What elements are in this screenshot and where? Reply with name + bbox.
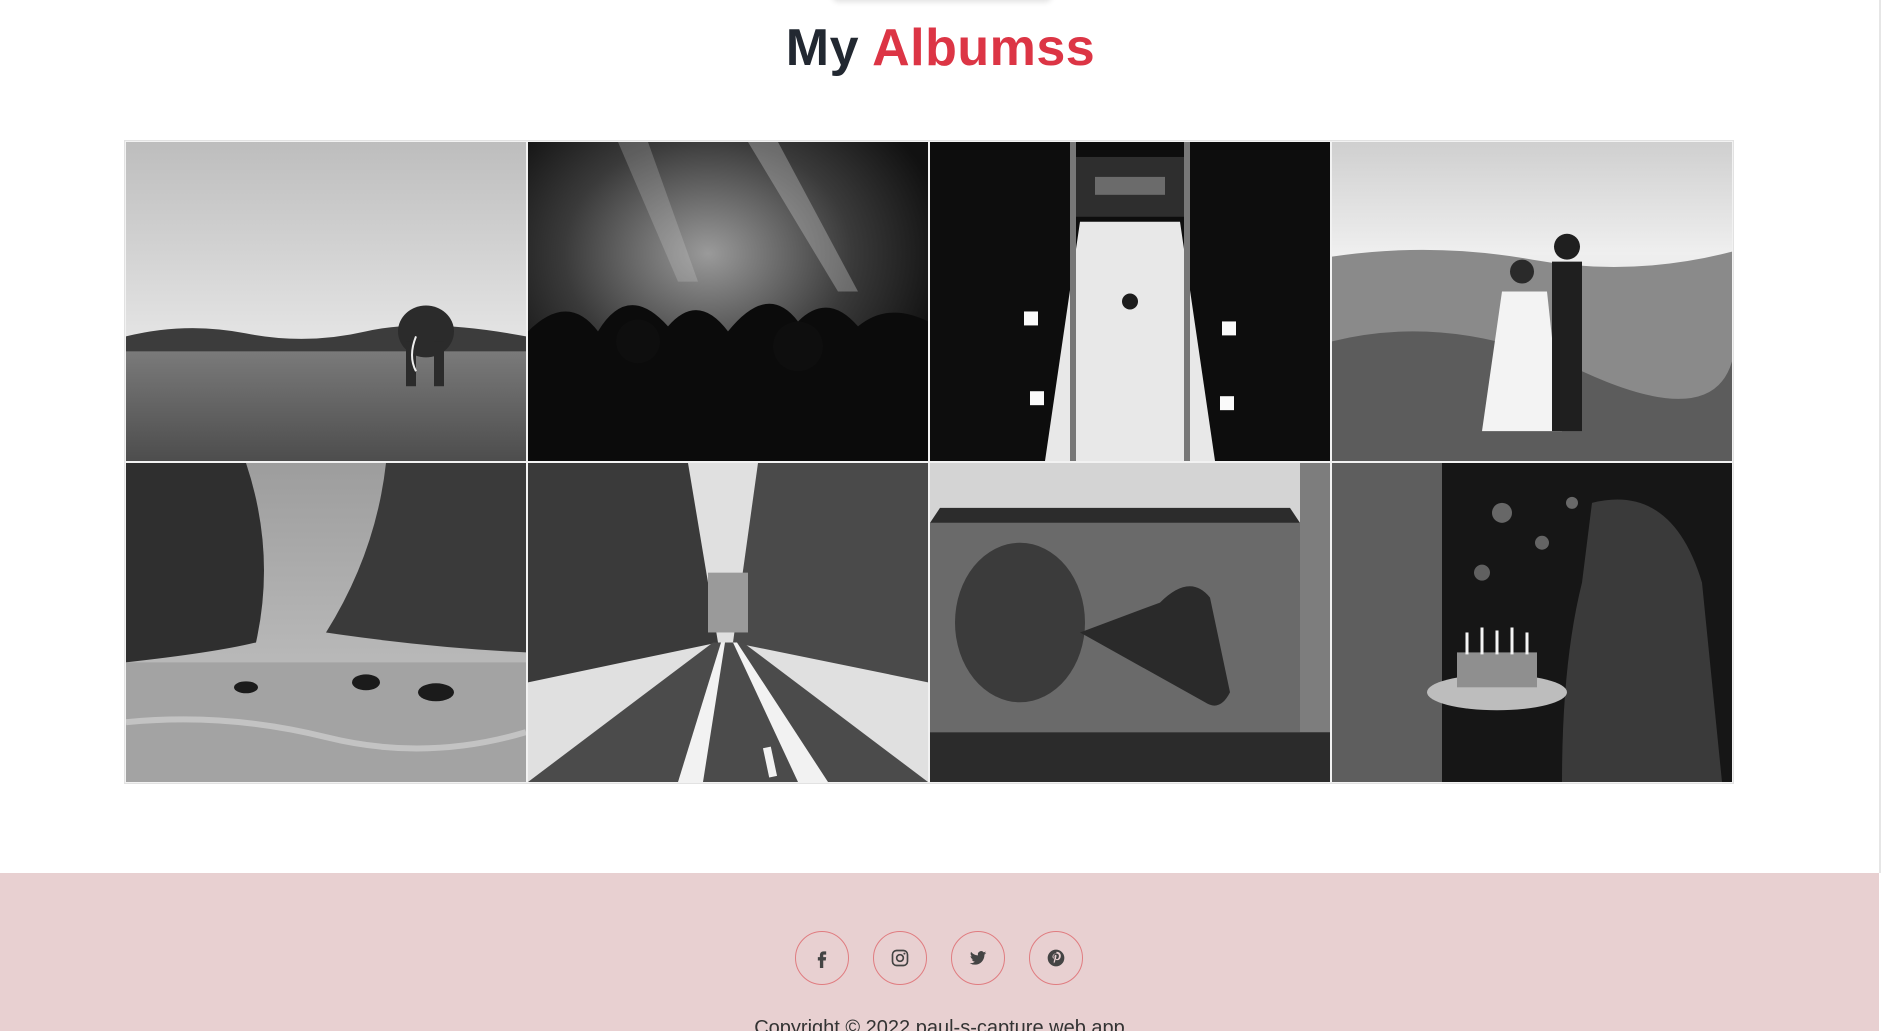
album-photo-snowboard[interactable] [930, 142, 1330, 461]
copyright-text: Copyright © 2022 paul-s-capture.web.app [754, 1017, 1125, 1031]
album-gallery [124, 140, 1734, 784]
album-photo-city-street[interactable] [528, 463, 928, 782]
pinterest-icon [1047, 949, 1064, 967]
instagram-icon [891, 949, 908, 967]
title-word-my: My [785, 19, 860, 77]
title-word-albums: Albumss [872, 19, 1096, 77]
page-title: My Albumss [0, 18, 1881, 78]
twitter-link[interactable] [950, 931, 1005, 985]
album-photo-birthday[interactable] [1332, 463, 1732, 782]
album-photo-elephant[interactable] [126, 142, 526, 461]
album-photo-beach[interactable] [126, 463, 526, 782]
twitter-icon [969, 951, 986, 965]
site-footer: Copyright © 2022 paul-s-capture.web.app [0, 873, 1879, 1031]
instagram-link[interactable] [872, 931, 927, 985]
album-photo-wedding[interactable] [1332, 142, 1732, 461]
pinterest-link[interactable] [1028, 931, 1083, 985]
page: My Albumss Copyright © 2022 paul-s-captu… [0, 0, 1881, 1031]
album-photo-concert[interactable] [528, 142, 928, 461]
album-photo-saxophone-mural[interactable] [930, 463, 1330, 782]
facebook-link[interactable] [794, 931, 849, 985]
social-links [0, 931, 1879, 985]
facebook-icon [817, 951, 826, 968]
